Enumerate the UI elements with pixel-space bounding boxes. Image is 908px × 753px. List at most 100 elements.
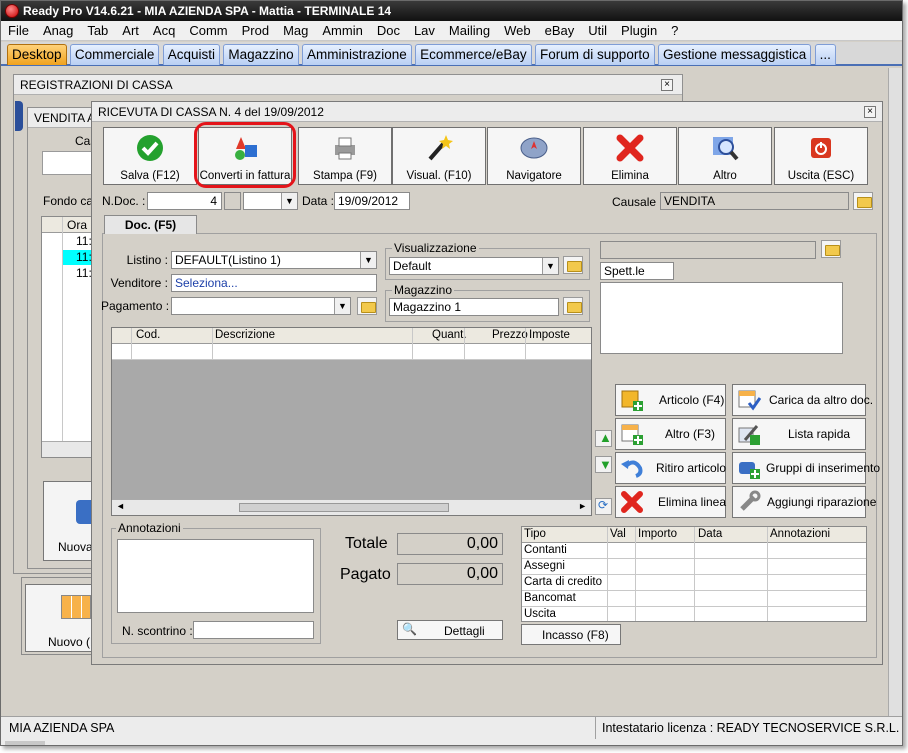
dettagli-button[interactable]: 🔍 Dettagli — [397, 620, 503, 640]
scroll-left-icon[interactable]: ◄ — [116, 501, 125, 511]
col-cod[interactable]: Cod. — [136, 329, 160, 341]
col-descrizione[interactable]: Descrizione — [215, 329, 275, 341]
menu-help[interactable]: ? — [664, 21, 685, 41]
visualizzazione-folder-icon[interactable] — [563, 256, 583, 274]
articolo-button[interactable]: Articolo (F4) — [615, 384, 726, 416]
nscontrino-field[interactable] — [193, 621, 314, 639]
pay-col-val[interactable]: Val — [610, 528, 626, 540]
tab-messaggistica[interactable]: Gestione messaggistica — [657, 44, 812, 65]
ora-row-3[interactable]: 11: — [63, 266, 94, 281]
menu-file[interactable]: File — [1, 21, 36, 41]
altro-f3-button[interactable]: Altro (F3) — [615, 418, 726, 450]
move-down-button[interactable]: ▼ — [595, 456, 612, 473]
magazzino-folder-icon[interactable] — [563, 297, 583, 315]
riparazione-button[interactable]: Aggiungi riparazione — [732, 486, 876, 518]
pay-col-importo[interactable]: Importo — [638, 528, 677, 540]
stampa-button[interactable]: Stampa (F9) — [298, 127, 392, 185]
annotazioni-label: Annotazioni — [116, 521, 183, 535]
items-grid[interactable]: Cod. Descrizione Quant. Prezzo Imposte ◄… — [111, 327, 592, 516]
ora-grid: Ora i 11: 11: 11: — [41, 216, 94, 458]
annotazioni-textarea[interactable] — [117, 539, 314, 613]
incasso-button[interactable]: Incasso (F8) — [521, 624, 621, 645]
visual-button[interactable]: Visual. (F10) — [392, 127, 486, 185]
cliente-folder-icon[interactable] — [821, 240, 841, 258]
pay-col-tipo[interactable]: Tipo — [524, 528, 546, 540]
ora-scrollbar[interactable] — [42, 441, 92, 457]
menu-acq[interactable]: Acq — [146, 21, 182, 41]
carica-button[interactable]: Carica da altro doc. — [732, 384, 873, 416]
indirizzo-box[interactable] — [600, 282, 843, 354]
elimina-button[interactable]: Elimina — [583, 127, 677, 185]
ndoc-spin[interactable] — [224, 192, 241, 210]
menu-doc[interactable]: Doc — [370, 21, 407, 41]
compass-icon — [520, 137, 548, 159]
menu-web[interactable]: Web — [497, 21, 538, 41]
menu-ebay[interactable]: eBay — [538, 21, 582, 41]
ora-row-2[interactable]: 11: — [63, 250, 94, 265]
refresh-button[interactable]: ⟳ — [595, 498, 612, 515]
causale-field[interactable]: VENDITA — [660, 192, 849, 210]
grid-add-icon — [621, 424, 643, 445]
pagamento-folder-icon[interactable] — [357, 297, 377, 315]
ora-row-1[interactable]: 11: — [63, 234, 94, 249]
stampa-label: Stampa (F9) — [313, 170, 377, 182]
causale-folder-icon[interactable] — [853, 192, 873, 210]
gruppi-button[interactable]: Gruppi di inserimento — [732, 452, 880, 484]
close-icon[interactable]: × — [864, 106, 876, 118]
menu-plugin[interactable]: Plugin — [614, 21, 664, 41]
scroll-thumb[interactable] — [239, 503, 449, 512]
menu-prod[interactable]: Prod — [235, 21, 276, 41]
pay-col-data[interactable]: Data — [698, 528, 722, 540]
navigatore-button[interactable]: Navigatore — [487, 127, 581, 185]
listino-select[interactable]: DEFAULT(Listino 1) ▼ — [171, 251, 377, 269]
workspace-scrollbar[interactable] — [888, 68, 902, 716]
col-quant[interactable]: Quant. — [432, 329, 467, 341]
tab-more[interactable]: ... — [814, 44, 836, 65]
tab-forum[interactable]: Forum di supporto — [535, 44, 655, 65]
delete-x-icon — [616, 134, 644, 162]
menu-util[interactable]: Util — [581, 21, 614, 41]
menu-mailing[interactable]: Mailing — [442, 21, 497, 41]
tab-doc[interactable]: Doc. (F5) — [104, 215, 197, 234]
menu-anag[interactable]: Anag — [36, 21, 80, 41]
tab-desktop[interactable]: Desktop — [7, 44, 67, 65]
menu-art[interactable]: Art — [115, 21, 146, 41]
pay-col-annotazioni[interactable]: Annotazioni — [770, 528, 830, 540]
close-icon[interactable]: × — [661, 79, 673, 91]
nuovo-button[interactable]: Nuovo (F — [25, 584, 97, 652]
menu-mag[interactable]: Mag — [276, 21, 315, 41]
tab-acquisti[interactable]: Acquisti — [162, 44, 221, 65]
ndoc-field[interactable]: 4 — [147, 192, 222, 210]
payments-table[interactable]: Tipo Val Importo Data Annotazioni Contan… — [521, 526, 867, 622]
tab-ecommerce[interactable]: Ecommerce/eBay — [415, 44, 532, 65]
pagamento-select[interactable]: ▼ — [171, 297, 351, 315]
tab-amministrazione[interactable]: Amministrazione — [302, 44, 412, 65]
visualizzazione-select[interactable]: Default ▼ — [389, 257, 559, 275]
salva-button[interactable]: Salva (F12) — [103, 127, 197, 185]
menu-ammin[interactable]: Ammin — [315, 21, 369, 41]
nuova-button[interactable]: Nuova — [43, 481, 96, 561]
salva-label: Salva (F12) — [120, 170, 180, 182]
col-prezzo[interactable]: Prezzo — [492, 329, 528, 341]
col-imposte[interactable]: Imposte — [529, 329, 570, 341]
lista-rapida-button[interactable]: Lista rapida — [732, 418, 866, 450]
grid-scrollbar[interactable]: ◄ ► — [112, 499, 591, 515]
data-field[interactable]: 19/09/2012 — [334, 192, 410, 210]
uscita-button[interactable]: Uscita (ESC) — [774, 127, 868, 185]
magazzino-field[interactable]: Magazzino 1 — [389, 298, 559, 316]
menu-comm[interactable]: Comm — [182, 21, 234, 41]
cliente-field[interactable] — [600, 241, 816, 259]
tab-magazzino[interactable]: Magazzino — [223, 44, 299, 65]
ndoc-suffix-select[interactable]: ▼ — [243, 192, 298, 210]
venditore-field[interactable]: Seleziona... — [171, 274, 377, 292]
scroll-right-icon[interactable]: ► — [578, 501, 587, 511]
menu-lav[interactable]: Lav — [407, 21, 442, 41]
menu-tab[interactable]: Tab — [80, 21, 115, 41]
altro-button[interactable]: Altro — [678, 127, 772, 185]
tab-commerciale[interactable]: Commerciale — [69, 44, 160, 65]
spett-field[interactable]: Spett.le — [600, 262, 674, 280]
move-up-button[interactable]: ▲ — [595, 430, 612, 447]
elimina-linea-button[interactable]: Elimina linea — [615, 486, 726, 518]
ritiro-button[interactable]: Ritiro articolo — [615, 452, 726, 484]
grid-row[interactable] — [112, 344, 591, 360]
